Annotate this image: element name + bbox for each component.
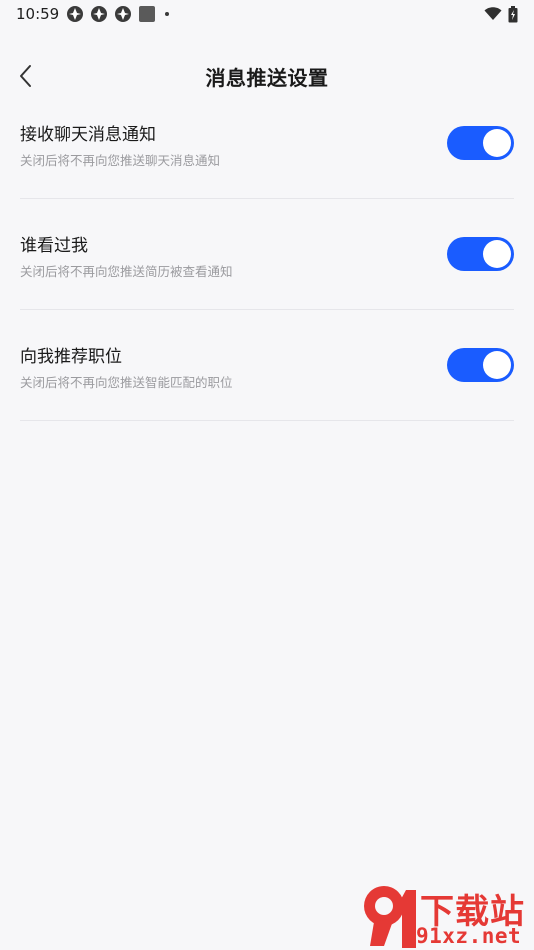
page-title: 消息推送设置 xyxy=(205,66,329,90)
watermark: 下载站 91xz.net xyxy=(354,882,534,950)
setting-item-who-viewed-me: 谁看过我 关闭后将不再向您推送简历被查看通知 xyxy=(20,199,514,310)
app-square-icon xyxy=(139,6,155,22)
setting-title: 谁看过我 xyxy=(20,236,88,256)
status-time: 10:59 xyxy=(16,5,60,23)
chat-notification-toggle[interactable] xyxy=(447,126,514,160)
app-notification-icon xyxy=(91,6,107,22)
watermark-domain: 91xz.net xyxy=(416,924,522,948)
wifi-icon xyxy=(484,7,502,20)
battery-icon xyxy=(508,5,518,22)
toggle-knob xyxy=(483,240,511,268)
app-notification-icon xyxy=(115,6,131,22)
system-status-icons xyxy=(484,5,518,23)
more-notifications-dot-icon xyxy=(165,12,169,16)
who-viewed-me-toggle[interactable] xyxy=(447,237,514,271)
setting-description: 关闭后将不再向您推送简历被查看通知 xyxy=(20,264,233,279)
setting-description: 关闭后将不再向您推送聊天消息通知 xyxy=(20,153,221,168)
watermark-logo-icon xyxy=(364,886,416,948)
setting-title: 接收聊天消息通知 xyxy=(20,125,156,145)
setting-item-job-recommendation: 向我推荐职位 关闭后将不再向您推送智能匹配的职位 xyxy=(20,310,514,421)
job-recommendation-toggle[interactable] xyxy=(447,348,514,382)
toggle-knob xyxy=(483,129,511,157)
settings-list: 接收聊天消息通知 关闭后将不再向您推送聊天消息通知 谁看过我 关闭后将不再向您推… xyxy=(20,88,514,421)
toggle-knob xyxy=(483,351,511,379)
app-notification-icon xyxy=(67,6,83,22)
setting-title: 向我推荐职位 xyxy=(20,347,122,367)
status-bar: 10:59 xyxy=(0,0,534,28)
setting-description: 关闭后将不再向您推送智能匹配的职位 xyxy=(20,375,233,390)
setting-item-chat-notification: 接收聊天消息通知 关闭后将不再向您推送聊天消息通知 xyxy=(20,88,514,199)
notification-icons xyxy=(66,5,172,23)
